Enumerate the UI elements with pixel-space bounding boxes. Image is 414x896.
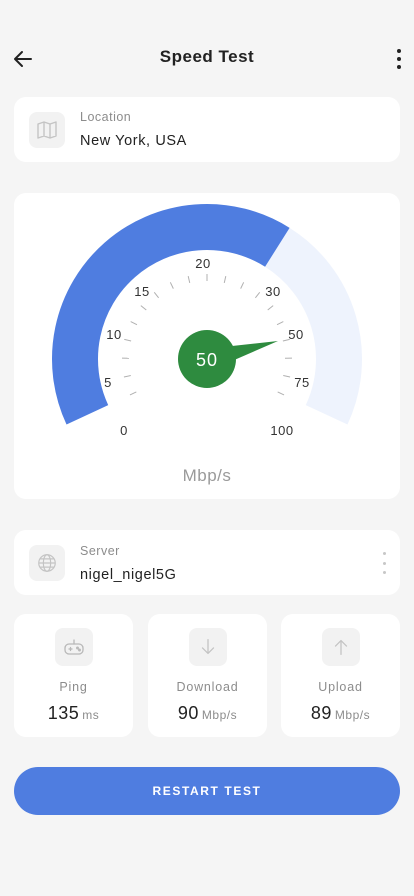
gauge-tick [254, 292, 261, 299]
scale-label-30: 30 [265, 284, 280, 299]
ping-label: Ping [59, 680, 88, 694]
download-card: Download 90 Mbp/s [148, 614, 267, 737]
server-card[interactable]: Server nigel_nigel5G [14, 530, 400, 595]
gauge-tick [130, 321, 138, 326]
scale-label-75: 75 [294, 375, 309, 390]
download-icon-box [189, 628, 227, 666]
speed-gauge: 0 5 10 15 20 30 50 75 100 50 [52, 204, 362, 438]
gauge-tick [129, 391, 137, 396]
scale-label-50: 50 [288, 327, 303, 342]
upload-icon-box [322, 628, 360, 666]
location-icon-box [29, 112, 65, 148]
ping-card: Ping 135 ms [14, 614, 133, 737]
gauge-needle [232, 341, 278, 361]
page-title: Speed Test [159, 47, 255, 66]
download-number: 90 [177, 703, 199, 723]
upload-icon [334, 639, 348, 655]
gauge-tick [276, 321, 284, 326]
gauge-tick [187, 275, 191, 284]
gauge-tick [240, 282, 245, 289]
upload-unit: Mbp/s [334, 708, 371, 722]
scale-label-0: 0 [120, 423, 128, 438]
download-unit: Mbp/s [201, 708, 238, 722]
gauge-tick [140, 305, 147, 311]
server-value: nigel_nigel5G [80, 567, 177, 583]
upload-value: 89 Mbp/s [281, 703, 400, 724]
gauge-tick [223, 275, 227, 284]
more-vertical-icon [382, 552, 386, 555]
gauge-tick [277, 391, 285, 396]
speed-gauge-card: 0 5 10 15 20 30 50 75 100 50 Mbp/s [14, 193, 400, 499]
gauge-tick [267, 305, 274, 311]
scale-label-10: 10 [106, 327, 121, 342]
more-vertical-icon [397, 49, 401, 53]
ping-value: 135 ms [14, 703, 133, 724]
restart-test-button[interactable]: RESTART TEST [14, 767, 400, 815]
globe-icon [38, 554, 56, 572]
location-value: New York, USA [80, 133, 187, 149]
gauge-tick [169, 282, 174, 289]
download-value: 90 Mbp/s [148, 703, 267, 724]
gauge-tick [123, 375, 131, 378]
upload-card: Upload 89 Mbp/s [281, 614, 400, 737]
ping-icon-box [55, 628, 93, 666]
more-options-button[interactable] [392, 44, 406, 74]
server-more-button[interactable] [380, 552, 388, 574]
gauge-unit-label: Mbp/s [182, 466, 232, 485]
gauge-tick [124, 338, 132, 342]
upload-label: Upload [318, 680, 363, 694]
ping-unit: ms [82, 708, 100, 722]
ping-number: 135 [47, 703, 80, 723]
download-label: Download [176, 680, 239, 694]
server-label: Server [80, 544, 120, 558]
gauge-tick [153, 292, 160, 299]
scale-label-20: 20 [195, 256, 210, 271]
gamepad-icon [64, 639, 84, 655]
location-card[interactable]: Location New York, USA [14, 97, 400, 162]
location-label: Location [80, 110, 132, 124]
scale-label-15: 15 [134, 284, 149, 299]
download-icon [201, 639, 215, 655]
gauge-current-value: 50 [196, 350, 218, 370]
map-icon [37, 121, 57, 139]
server-icon-box [29, 545, 65, 581]
scale-label-100: 100 [270, 423, 293, 438]
upload-number: 89 [310, 703, 332, 723]
scale-label-5: 5 [104, 375, 112, 390]
gauge-tick [283, 375, 291, 378]
